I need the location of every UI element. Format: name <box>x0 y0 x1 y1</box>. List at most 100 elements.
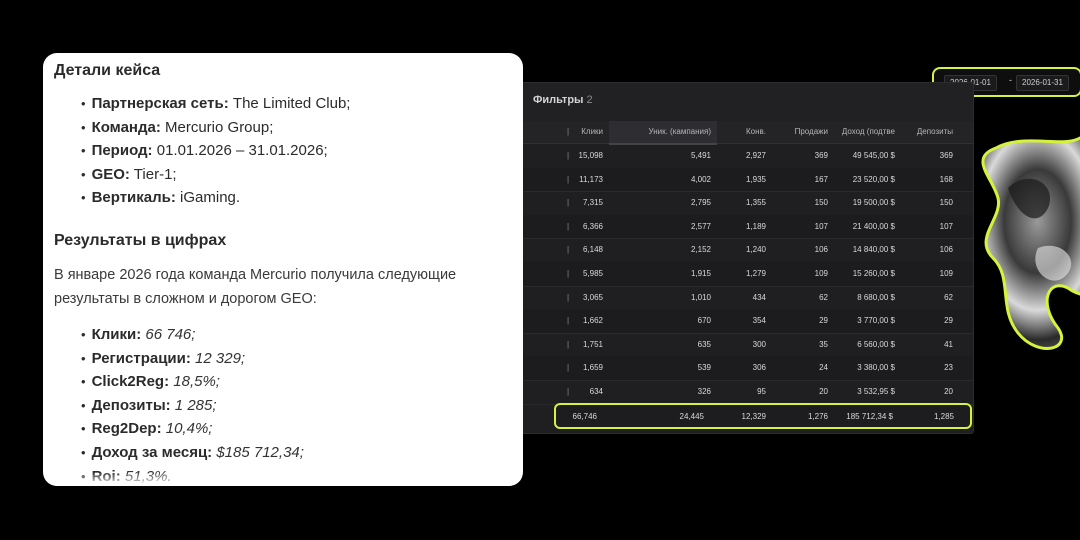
list-item: Регистрации: 12 329; <box>81 347 304 371</box>
table-row[interactable]: | 1,662 670 354 29 3 770,00 $ 29 <box>521 309 973 334</box>
cell-clicks: 634 <box>589 387 603 396</box>
list-item: GEO: Tier-1; <box>81 163 350 187</box>
cell-revenue: 19 500,00 $ <box>852 198 895 208</box>
item-value: Tier-1; <box>129 165 177 183</box>
row-divider: | <box>567 198 570 208</box>
stats-dashboard: Фильтры 2 | Клики Уник. (кампания) Конв. Про… <box>520 82 974 434</box>
list-item: Партнерская сеть: The Limited Club; <box>81 92 351 116</box>
table-row[interactable]: | 1,659 539 306 24 3 380,00 $ 23 <box>521 356 973 381</box>
cell-conversions: 354 <box>752 316 766 326</box>
date-separator: - <box>1009 75 1012 85</box>
filters-count: 2 <box>586 94 593 106</box>
item-label: Депозиты: <box>91 396 171 414</box>
cell-conversions: 1,935 <box>745 174 766 184</box>
cell-revenue: 23 520,00 $ <box>852 174 895 184</box>
table-row[interactable]: | 634 326 95 20 3 532,95 $ 20 <box>521 380 973 405</box>
column-header-clicks[interactable]: Клики <box>581 127 603 136</box>
cell-unique: 1,010 <box>690 292 711 302</box>
cell-revenue: 21 400,00 $ <box>852 221 895 231</box>
cell-conversions: 1,355 <box>745 198 766 208</box>
column-header-revenue[interactable]: Доход (подтве <box>842 127 895 136</box>
table-row[interactable]: | 15,098 5,491 2,927 369 49 545,00 $ 369 <box>521 144 973 169</box>
cell-revenue: 6 560,00 $ <box>857 339 895 349</box>
results-title: Результаты в цифрах <box>54 232 227 249</box>
cell-unique: 670 <box>697 316 711 326</box>
cell-deposits: 109 <box>939 269 953 278</box>
row-divider: | <box>567 339 570 349</box>
row-divider: | <box>567 245 570 255</box>
list-item: Click2Reg: 18,5%; <box>81 370 304 394</box>
item-value: 66 746; <box>141 326 196 343</box>
cell-deposits: 168 <box>939 174 953 184</box>
item-value: Mercurio Group; <box>160 118 274 136</box>
cell-deposits: 107 <box>939 221 953 231</box>
total-clicks: 66,746 <box>572 412 597 421</box>
cell-unique: 326 <box>697 387 711 396</box>
date-to-input[interactable]: 2026-01-31 <box>1016 75 1069 91</box>
total-sales: 1,276 <box>807 412 828 421</box>
item-value: 1 285; <box>170 396 217 414</box>
total-unique: 24,445 <box>679 412 704 421</box>
column-header-unique[interactable]: Уник. (кампания) <box>609 121 717 145</box>
item-label: Регистрации: <box>91 349 191 367</box>
column-header-conversions[interactable]: Конв. <box>746 127 766 136</box>
item-label: Партнерская сеть: <box>91 95 229 112</box>
cell-sales: 20 <box>819 387 828 396</box>
cell-clicks: 6,148 <box>582 245 603 255</box>
row-divider: | <box>567 363 570 373</box>
cell-deposits: 106 <box>939 245 953 255</box>
cell-sales: 24 <box>819 363 828 373</box>
cell-revenue: 49 545,00 $ <box>852 151 895 160</box>
cell-conversions: 434 <box>752 292 766 302</box>
totals-row: 66,746 24,445 12,329 1,276 185 712,34 $ 1,285 <box>554 403 972 429</box>
cell-conversions: 95 <box>757 387 766 396</box>
table-row[interactable]: | 11,173 4,002 1,935 167 23 520,00 $ 168 <box>521 167 973 193</box>
row-divider: | <box>567 316 570 326</box>
cell-sales: 150 <box>814 198 828 208</box>
list-item: Вертикаль: iGaming. <box>81 186 350 210</box>
case-details-list: Партнерская сеть: The Limited Club;Коман… <box>81 92 351 210</box>
table-row[interactable]: | 5,985 1,915 1,279 109 15 260,00 $ 109 <box>521 262 973 287</box>
item-label: Вертикаль: <box>91 189 176 207</box>
item-label: Клики: <box>91 326 142 343</box>
filters-tab[interactable]: Фильтры 2 <box>533 94 593 106</box>
cell-clicks: 1,751 <box>582 339 603 349</box>
cell-unique: 2,577 <box>690 221 711 231</box>
cell-deposits: 20 <box>944 387 953 396</box>
results-text: В январе 2026 года команда Mercurio полу… <box>54 267 457 307</box>
table-row[interactable]: | 7,315 2,795 1,355 150 19 500,00 $ 150 <box>521 191 973 216</box>
filters-label: Фильтры <box>533 94 584 106</box>
item-label: Доход за месяц: <box>91 443 213 461</box>
cell-clicks: 11,173 <box>579 174 603 184</box>
column-header-deposits[interactable]: Депозиты <box>917 127 953 136</box>
column-header-sales[interactable]: Продажи <box>795 127 828 136</box>
cell-revenue: 3 770,00 $ <box>857 316 895 326</box>
cell-deposits: 41 <box>944 339 953 349</box>
cell-revenue: 3 380,00 $ <box>857 363 895 373</box>
table-header: | Клики Уник. (кампания) Конв. Продажи Доход… <box>521 121 973 145</box>
cell-deposits: 23 <box>944 363 953 373</box>
table-row[interactable]: | 1,751 635 300 35 6 560,00 $ 41 <box>521 333 973 358</box>
column-divider: | <box>567 127 570 136</box>
chrome-star-decoration <box>981 136 1080 350</box>
total-deposits: 1,285 <box>933 412 954 421</box>
item-label: Click2Reg: <box>91 373 170 391</box>
cell-conversions: 306 <box>752 363 766 373</box>
cell-unique: 2,795 <box>690 198 711 208</box>
row-divider: | <box>567 387 570 396</box>
item-label: GEO: <box>91 165 130 183</box>
total-conversions: 12,329 <box>741 412 766 421</box>
cell-unique: 2,152 <box>690 245 711 255</box>
item-value: iGaming. <box>175 189 241 207</box>
list-item: Reg2Dep: 10,4%; <box>81 417 304 441</box>
cell-revenue: 3 532,95 $ <box>857 387 895 396</box>
cell-sales: 109 <box>814 269 828 278</box>
cell-unique: 1,915 <box>690 269 711 278</box>
table-row[interactable]: | 6,148 2,152 1,240 106 14 840,00 $ 106 <box>521 238 973 263</box>
cell-clicks: 7,315 <box>582 198 603 208</box>
table-row[interactable]: | 6,366 2,577 1,189 107 21 400,00 $ 107 <box>521 214 973 240</box>
cell-conversions: 1,279 <box>745 269 766 278</box>
cell-sales: 29 <box>819 316 828 326</box>
table-row[interactable]: | 3,065 1,010 434 62 8 680,00 $ 62 <box>521 286 973 311</box>
cell-clicks: 5,985 <box>582 269 603 278</box>
